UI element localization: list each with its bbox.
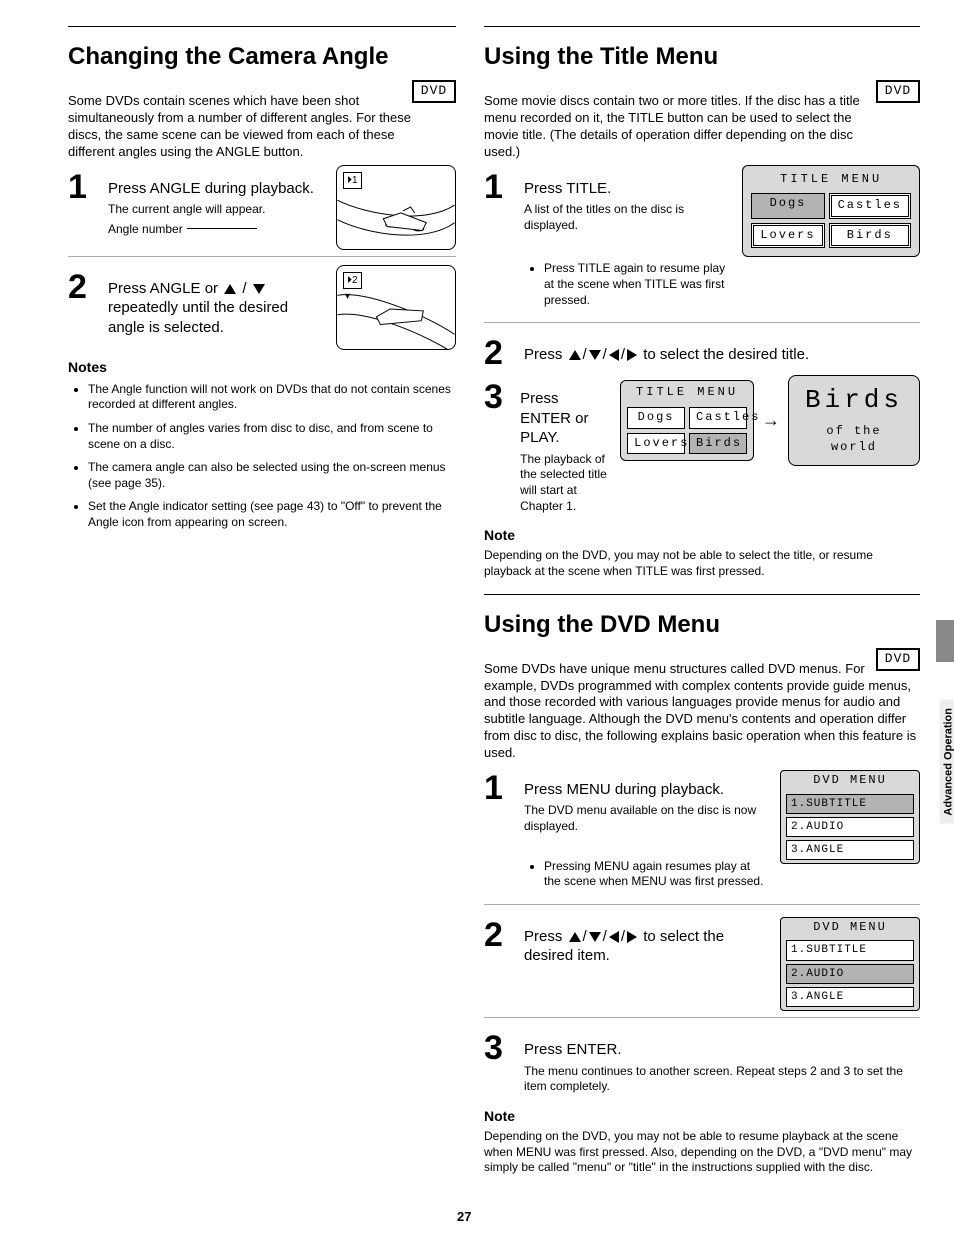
list-item: Press TITLE again to resume play at the …	[544, 261, 732, 308]
left-heading: Changing the Camera Angle	[68, 41, 456, 72]
page-number: 27	[457, 1209, 471, 1226]
triangle-left-icon	[609, 349, 619, 361]
right-intro: Some movie discs contain two or more tit…	[484, 93, 864, 161]
tab-marker	[936, 620, 954, 662]
dvd-menu-osd-2: DVD MENU 1.SUBTITLE 2.AUDIO 3.ANGLE	[780, 913, 920, 1011]
right-column: Using the Title Menu DVD Some movie disc…	[484, 20, 920, 1180]
right-step-3: 3 Press ENTER or PLAY. The playback of t…	[484, 375, 920, 518]
list-item: The number of angles varies from disc to…	[88, 421, 456, 452]
dvd-step-1: 1 Press MENU during playback. The DVD me…	[484, 766, 920, 898]
osd-item-lovers: Lovers	[751, 223, 824, 249]
slash: /	[242, 280, 246, 297]
disc-badge-right: DVD	[876, 80, 920, 103]
list-item: Set the Angle indicator setting (see pag…	[88, 499, 456, 530]
triangle-right-icon	[627, 931, 637, 943]
note-label: Note	[484, 526, 920, 544]
dvd-step-2: 2 Press /// to select the desired item. …	[484, 913, 920, 1011]
triangle-down-icon	[589, 350, 601, 360]
arrow-right-icon: →	[762, 409, 780, 432]
angle-caption: Angle number	[108, 222, 183, 238]
note-bottom: Depending on the DVD, you may not be abl…	[484, 548, 920, 579]
dvd-menu-osd-1: DVD MENU 1.SUBTITLE 2.AUDIO 3.ANGLE	[780, 766, 920, 864]
osd-item-castles: Castles	[829, 193, 911, 219]
left-column: Changing the Camera Angle DVD Some DVDs …	[68, 20, 456, 1180]
left-notes-list: The Angle function will not work on DVDs…	[68, 382, 456, 531]
section-tab: Advanced Operation	[940, 700, 954, 824]
race-car-thumb-2: ⏵2 ▾	[336, 265, 456, 350]
title-menu-osd-1: TITLE MENU Dogs Castles Lovers Birds	[742, 165, 920, 258]
osd-item-dogs: Dogs	[751, 193, 824, 219]
notes-label: Notes	[68, 358, 456, 376]
left-step-2: 2 Press ANGLE or / repeatedly until the …	[68, 265, 456, 350]
triangle-up-icon	[569, 932, 581, 942]
list-item: The camera angle can also be selected us…	[88, 460, 456, 491]
dvd-intro: Some DVDs have unique menu structures ca…	[484, 661, 920, 762]
left-intro: Some DVDs contain scenes which have been…	[68, 93, 428, 161]
osd-item-birds: Birds	[829, 223, 911, 249]
right-step-2: 2 Press /// to select the desired title.	[484, 331, 920, 375]
dvd-heading: Using the DVD Menu	[484, 609, 920, 640]
left-step-1: 1 Press ANGLE during playback. The curre…	[68, 165, 456, 250]
triangle-up-icon	[569, 350, 581, 360]
angle-icon: ⏵1	[343, 172, 362, 189]
triangle-down-icon	[589, 932, 601, 942]
list-item: The Angle function will not work on DVDs…	[88, 382, 456, 413]
dvd-note-label: Note	[484, 1107, 920, 1125]
dvd-step-3: 3 Press ENTER. The menu continues to ano…	[484, 1026, 920, 1099]
title-menu-to-birds: TITLE MENU Dogs Castles Lovers Birds → B…	[620, 375, 920, 466]
list-item: Pressing MENU again resumes play at the …	[544, 859, 770, 890]
angle-icon: ⏵2	[343, 272, 362, 289]
right-heading: Using the Title Menu	[484, 41, 920, 72]
triangle-up-icon	[224, 284, 236, 294]
race-car-thumb-1: ⏵1	[336, 165, 456, 250]
right-step-1: 1 Press TITLE. A list of the titles on t…	[484, 165, 920, 316]
triangle-left-icon	[609, 931, 619, 943]
birds-card: Birds of the world	[788, 375, 920, 466]
dvd-note-bottom: Depending on the DVD, you may not be abl…	[484, 1129, 920, 1176]
triangle-down-icon	[253, 284, 265, 294]
triangle-right-icon	[627, 349, 637, 361]
